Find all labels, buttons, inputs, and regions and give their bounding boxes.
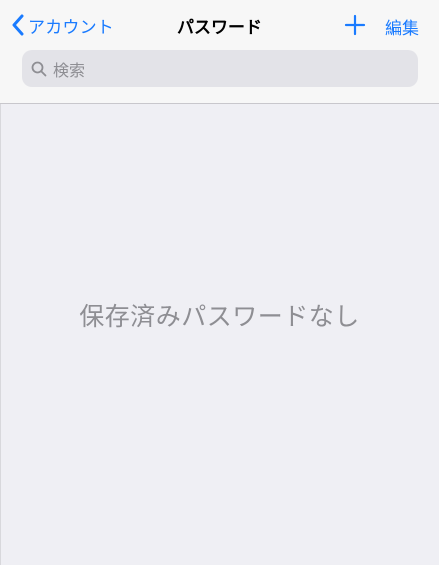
chevron-left-icon: [12, 14, 24, 36]
back-button[interactable]: アカウント: [12, 12, 114, 38]
edit-button[interactable]: 編集: [385, 14, 419, 39]
magnifier-icon: [31, 61, 47, 77]
passwords-screen: アカウント パスワード 編集 検索 保存済みパスワードなし: [0, 0, 439, 565]
add-button[interactable]: [344, 14, 366, 36]
empty-state-message: 保存済みパスワードなし: [79, 302, 360, 331]
search-input[interactable]: 検索: [22, 50, 418, 87]
back-button-label: アカウント: [28, 17, 114, 38]
divider: [0, 104, 1, 565]
search-placeholder: 検索: [53, 60, 86, 80]
plus-icon: [344, 14, 366, 36]
navigation-bar: アカウント パスワード 編集 検索: [0, 0, 439, 104]
